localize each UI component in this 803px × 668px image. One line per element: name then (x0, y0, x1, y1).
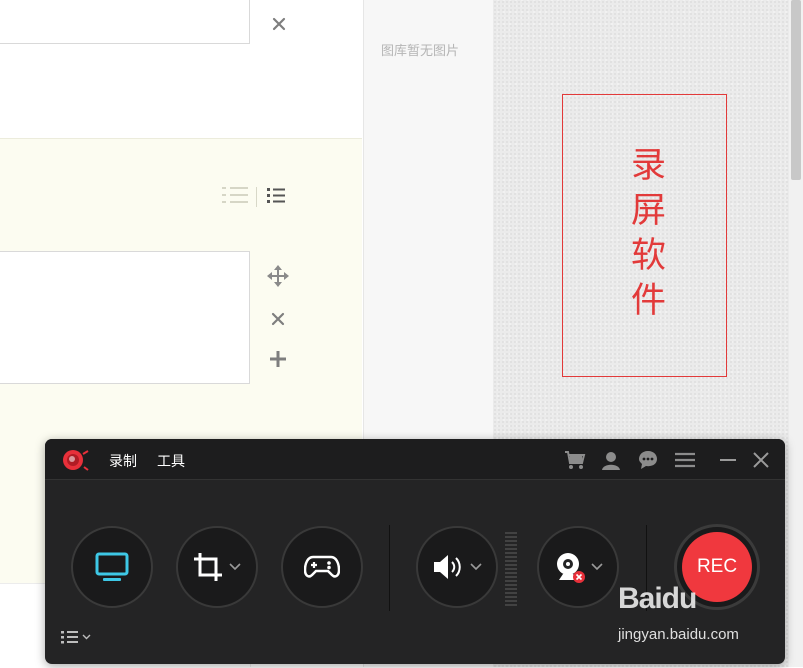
menu-icon (675, 452, 695, 468)
feedback-button[interactable] (637, 449, 659, 471)
audio-level-meter (505, 532, 517, 606)
account-button[interactable] (600, 449, 622, 471)
crop-icon (194, 553, 222, 581)
webcam-button[interactable] (537, 526, 619, 608)
list-format-tools (222, 184, 287, 210)
recorder-titlebar[interactable]: 录制 工具 (45, 439, 785, 480)
system-audio-button[interactable] (416, 526, 498, 608)
rec-label: REC (682, 532, 752, 602)
menu-button[interactable] (674, 449, 696, 471)
cart-button[interactable] (564, 449, 586, 471)
list-icon (61, 631, 78, 644)
recording-history-button[interactable] (61, 627, 95, 647)
user-icon (602, 452, 620, 470)
menu-tools[interactable]: 工具 (157, 451, 185, 471)
numbered-list-icon (222, 187, 248, 203)
bullet-list-button[interactable] (265, 184, 287, 210)
scrollbar[interactable] (789, 0, 803, 667)
region-select-button[interactable] (176, 526, 258, 608)
move-icon (267, 265, 289, 287)
minimize-icon (720, 459, 736, 461)
record-screen-button[interactable] (71, 526, 153, 608)
numbered-list-button[interactable] (222, 184, 248, 210)
plus-icon (270, 351, 286, 367)
toolbar-divider (389, 525, 390, 611)
chevron-down-icon (82, 634, 91, 640)
chat-icon (639, 451, 657, 469)
rec-button[interactable]: REC (674, 524, 760, 610)
step-delete-button[interactable] (266, 307, 290, 331)
menu-record[interactable]: 录制 (109, 451, 137, 471)
close-icon (271, 312, 285, 326)
minimize-button[interactable] (717, 449, 739, 471)
cart-icon (565, 451, 586, 469)
chevron-down-icon (229, 563, 241, 571)
title-input[interactable] (0, 0, 250, 44)
title-clear-button[interactable] (267, 12, 291, 36)
stamp-text: 录屏软件 (625, 145, 665, 326)
game-mode-button[interactable] (281, 526, 363, 608)
bullet-list-icon (267, 188, 285, 203)
close-window-button[interactable] (750, 449, 772, 471)
speaker-icon (434, 555, 461, 579)
tool-separator (256, 187, 257, 207)
toolbar-divider (646, 525, 647, 611)
close-icon (272, 17, 286, 31)
gamepad-icon (304, 555, 340, 578)
scrollbar-thumb[interactable] (791, 0, 801, 180)
gallery-empty-text: 图库暂无图片 (381, 44, 460, 59)
close-icon (753, 452, 769, 468)
step-move-button[interactable] (266, 264, 290, 288)
screen-recorder-window: 录制 工具 REC (45, 439, 785, 664)
stamp-frame: 录屏软件 (562, 94, 727, 377)
step-input[interactable] (0, 251, 250, 384)
app-logo (63, 450, 89, 471)
step-add-button[interactable] (266, 347, 290, 371)
chevron-down-icon (470, 563, 482, 571)
monitor-icon (95, 552, 129, 581)
webcam-icon (557, 553, 585, 583)
chevron-down-icon (591, 563, 603, 571)
